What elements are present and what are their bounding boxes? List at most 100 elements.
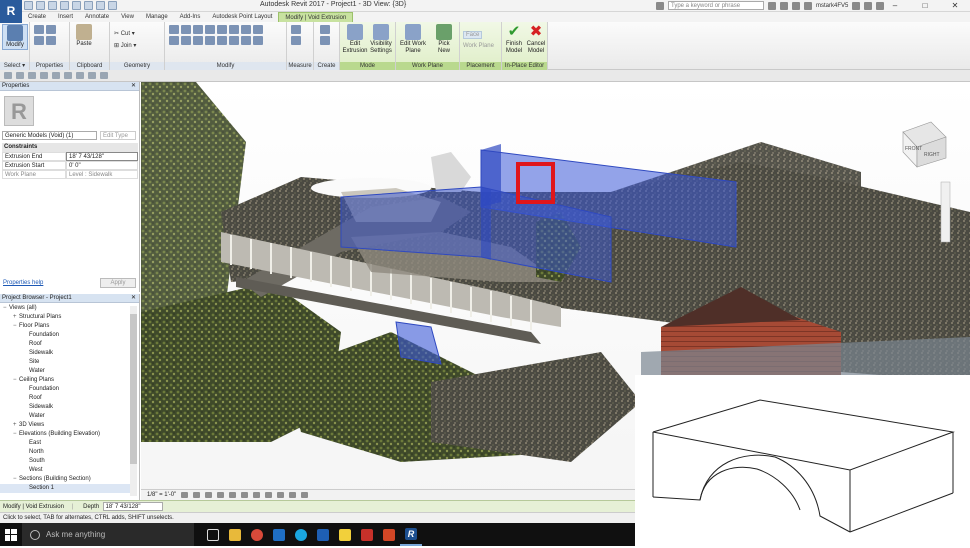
family-types-icon[interactable] xyxy=(34,36,44,45)
cancel-model-button[interactable]: ✖ Cancel Model xyxy=(525,24,547,55)
browser-node[interactable]: Roof xyxy=(0,340,130,349)
measure-icon[interactable] xyxy=(84,1,93,10)
reveal-hidden-icon[interactable] xyxy=(289,492,297,498)
properties-icon[interactable] xyxy=(34,25,44,34)
pick-new-button[interactable]: Pick New xyxy=(432,24,456,55)
constraints-group[interactable]: Constraints xyxy=(2,143,138,152)
create-similar-icon[interactable] xyxy=(320,25,330,34)
array-icon[interactable] xyxy=(229,36,239,45)
start-button[interactable] xyxy=(0,523,22,546)
close-properties-icon[interactable]: ✕ xyxy=(131,82,136,91)
sun-path-icon[interactable] xyxy=(205,492,213,498)
browser-node[interactable]: − Sections (Building Section) xyxy=(0,475,130,484)
detail-level-icon[interactable] xyxy=(181,492,189,498)
parameters-icon[interactable] xyxy=(46,36,56,45)
move-icon[interactable] xyxy=(169,36,179,45)
shadows-icon[interactable] xyxy=(217,492,225,498)
filter-icon[interactable] xyxy=(64,72,72,79)
binoculars-icon[interactable] xyxy=(656,1,664,10)
taskbar-revit[interactable]: R xyxy=(400,523,422,546)
tab-point-layout[interactable]: Autodesk Point Layout xyxy=(206,12,278,22)
taskbar-file-explorer[interactable] xyxy=(224,523,246,546)
taskbar-chrome[interactable] xyxy=(246,523,268,546)
print-icon[interactable] xyxy=(72,1,81,10)
cart-icon[interactable] xyxy=(852,1,861,10)
redo-icon[interactable] xyxy=(60,1,69,10)
browser-node[interactable]: Sidewalk xyxy=(0,349,130,358)
tab-manage[interactable]: Manage xyxy=(140,12,174,22)
edit-extrusion-button[interactable]: Edit Extrusion xyxy=(342,24,368,55)
temporary-hide-icon[interactable] xyxy=(277,492,285,498)
show-crop-icon[interactable] xyxy=(253,492,261,498)
rotate-icon[interactable] xyxy=(193,36,203,45)
paste-button[interactable]: Paste xyxy=(75,24,93,48)
close-browser-icon[interactable]: ✕ xyxy=(131,294,136,303)
taskbar-powerpoint[interactable] xyxy=(378,523,400,546)
application-menu-button[interactable]: R xyxy=(0,0,22,23)
select-pinned-icon[interactable] xyxy=(28,72,36,79)
crop-view-icon[interactable] xyxy=(241,492,249,498)
navigation-bar[interactable] xyxy=(940,181,951,243)
lock-view-icon[interactable] xyxy=(265,492,273,498)
copy-icon[interactable] xyxy=(181,36,191,45)
taskbar-edge[interactable] xyxy=(268,523,290,546)
tab-create[interactable]: Create xyxy=(22,12,52,22)
browser-node[interactable]: Section 1 xyxy=(0,484,130,493)
browser-node[interactable]: West xyxy=(0,466,130,475)
browser-node[interactable]: Foundation xyxy=(0,385,130,394)
select-dropdown[interactable]: Select ▾ xyxy=(0,62,29,70)
render-icon[interactable] xyxy=(229,492,237,498)
measure-distance-icon[interactable] xyxy=(291,25,301,34)
delete-icon[interactable] xyxy=(253,25,263,34)
taskbar-pdf[interactable] xyxy=(356,523,378,546)
browser-node[interactable]: Foundation xyxy=(0,331,130,340)
browser-node[interactable]: Site xyxy=(0,358,130,367)
properties-help-link[interactable]: Properties help xyxy=(3,280,43,286)
close-button[interactable]: ✕ xyxy=(940,0,970,12)
tab-view[interactable]: View xyxy=(115,12,140,22)
maximize-button[interactable]: □ xyxy=(910,0,940,12)
align-icon[interactable] xyxy=(169,25,179,34)
open-icon[interactable] xyxy=(24,1,33,10)
browser-node[interactable]: Water xyxy=(0,412,130,421)
taskbar-sticky-notes[interactable] xyxy=(334,523,356,546)
save-icon[interactable] xyxy=(36,1,45,10)
browser-node[interactable]: Sidewalk xyxy=(0,403,130,412)
view-scale[interactable]: 1/8" = 1'-0" xyxy=(147,490,176,501)
workset-icon[interactable] xyxy=(76,72,84,79)
browser-node[interactable]: + Structural Plans xyxy=(0,313,130,322)
split-gap-icon[interactable] xyxy=(253,36,263,45)
extrusion-start-field[interactable]: 0' 0" xyxy=(66,161,138,170)
help-search-input[interactable]: Type a keyword or phrase xyxy=(668,1,764,10)
depth-input[interactable]: 18' 7 43/128" xyxy=(102,501,163,511)
create-group-icon[interactable] xyxy=(320,36,330,45)
modify-button[interactable]: Modify xyxy=(2,24,28,50)
tab-annotate[interactable]: Annotate xyxy=(79,12,115,22)
type-selector[interactable]: Generic Models (Void) (1) xyxy=(2,131,97,140)
finish-model-button[interactable]: ✔ Finish Model xyxy=(503,24,525,55)
unpin-icon[interactable] xyxy=(241,25,251,34)
mirror-axis-icon[interactable] xyxy=(193,25,203,34)
browser-node[interactable]: − Elevations (Building Elevation) xyxy=(0,430,130,439)
task-view-button[interactable] xyxy=(202,523,224,546)
user-icon[interactable] xyxy=(804,1,812,10)
join-button[interactable]: ⊞ Join ▾ xyxy=(114,42,136,49)
browser-node[interactable]: − Ceiling Plans xyxy=(0,376,130,385)
type-properties-icon[interactable] xyxy=(46,25,56,34)
browser-scrollbar[interactable] xyxy=(130,306,137,496)
text-icon[interactable] xyxy=(100,72,108,79)
cut-button[interactable]: ✂ Cut ▾ xyxy=(114,30,135,37)
browser-node[interactable]: − Floor Plans xyxy=(0,322,130,331)
extrusion-end-field[interactable]: 18' 7 43/128" xyxy=(66,152,138,161)
taskbar-outlook[interactable] xyxy=(312,523,334,546)
browser-node[interactable]: South xyxy=(0,457,130,466)
select-links-icon[interactable] xyxy=(4,72,12,79)
user-name[interactable]: mstark4FV5 xyxy=(816,3,848,9)
browser-node[interactable]: Roof xyxy=(0,394,130,403)
offset-icon[interactable] xyxy=(181,25,191,34)
visibility-settings-button[interactable]: Visibility Settings xyxy=(368,24,394,55)
undo-icon[interactable] xyxy=(48,1,57,10)
quick-access-toolbar[interactable] xyxy=(24,1,117,11)
place-on-work-plane-button[interactable]: Work Plane xyxy=(463,43,494,49)
communication-icon[interactable] xyxy=(780,1,788,10)
